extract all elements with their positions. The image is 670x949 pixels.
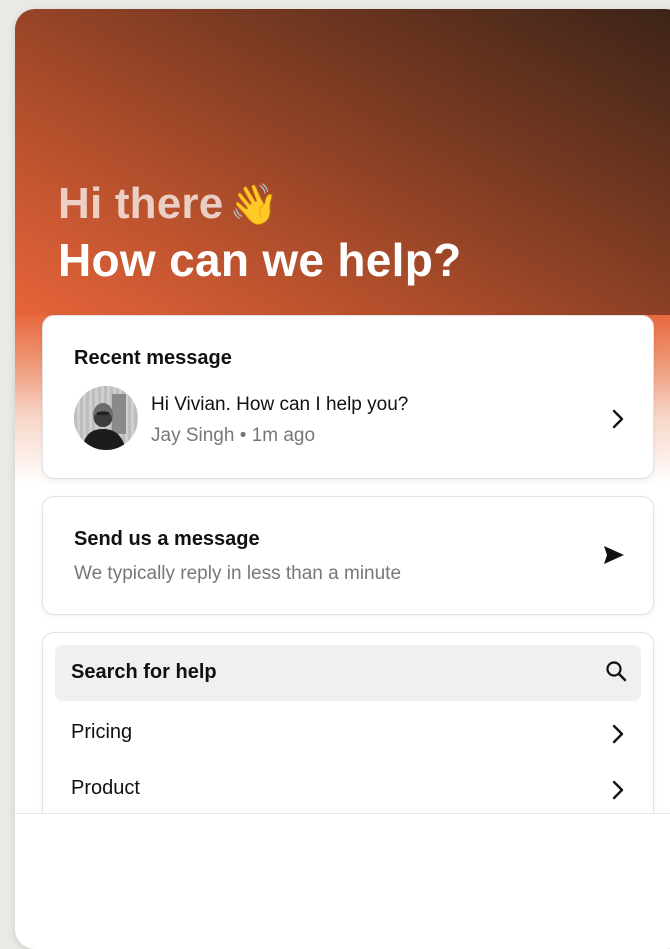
waving-hand-emoji: 👋 (229, 182, 280, 228)
send-message-subtitle: We typically reply in less than a minute (74, 563, 402, 584)
widget-footer-area (15, 813, 670, 949)
chevron-right-icon (612, 409, 624, 429)
greeting: Hi there 👋 (58, 179, 279, 229)
messenger-widget: Hi there 👋 How can we help? Recent messag… (15, 9, 670, 949)
chevron-right-icon (612, 780, 624, 800)
help-item-label: Pricing (71, 721, 133, 743)
recent-message-title: Recent message (74, 347, 232, 369)
recent-message-text: Hi Vivian. How can I help you? (151, 394, 409, 415)
search-icon (606, 661, 627, 682)
sender-name: Jay Singh (151, 425, 235, 446)
greeting-text: Hi there (58, 179, 224, 228)
search-for-help-label: Search for help (71, 661, 217, 683)
meta-separator: • (239, 425, 247, 446)
headline: How can we help? (58, 234, 462, 286)
avatar-photo (74, 386, 138, 450)
help-item-product[interactable]: Product (43, 762, 653, 818)
recent-message-meta: Jay Singh • 1m ago (151, 425, 315, 447)
message-time: 1m ago (251, 425, 316, 446)
send-message-card[interactable]: Send us a message We typically reply in … (42, 496, 654, 615)
help-search-card: Search for help Pricing Product (42, 632, 654, 832)
help-item-pricing[interactable]: Pricing (43, 706, 653, 762)
send-message-title: Send us a message (74, 528, 260, 550)
send-icon (604, 546, 624, 564)
help-item-label: Product (71, 777, 140, 799)
avatar (74, 386, 138, 450)
search-for-help-bar[interactable]: Search for help (55, 645, 641, 701)
chevron-right-icon (612, 724, 624, 744)
recent-message-card[interactable]: Recent message Hi Vivian. How can I help… (42, 315, 654, 479)
